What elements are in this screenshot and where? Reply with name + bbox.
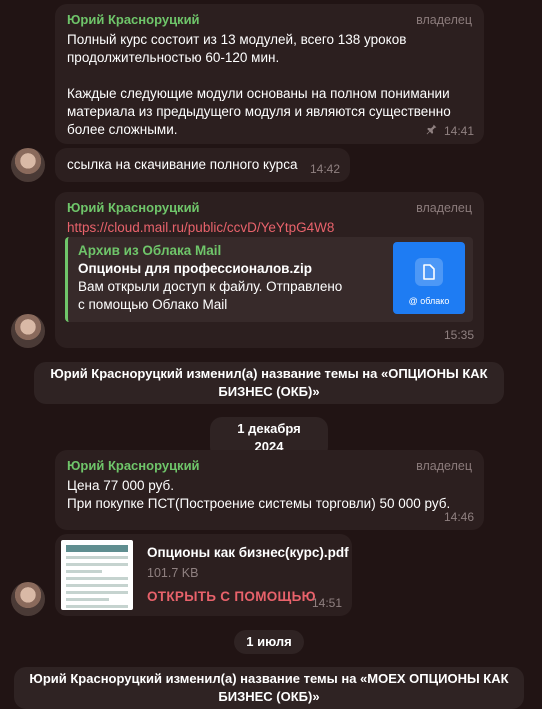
file-size: 101.7 KB <box>147 566 199 580</box>
link-preview[interactable]: Архив из Облака Mail Опционы для професс… <box>65 237 473 322</box>
date-separator: 1 июля <box>234 630 304 654</box>
role-badge: владелец <box>416 459 472 473</box>
sender-name[interactable]: Юрий Красноруцкий <box>67 200 472 216</box>
message-time: 14:42 <box>309 162 340 176</box>
document-icon <box>415 258 443 286</box>
cloud-link[interactable]: https://cloud.mail.ru/public/ccvD/YeYtpG… <box>67 220 334 235</box>
avatar[interactable] <box>11 314 45 348</box>
avatar[interactable] <box>11 148 45 182</box>
message-bubble[interactable]: ссылка на скачивание полного курса 14:42 <box>55 148 350 182</box>
message-bubble[interactable]: Юрий Красноруцкий владелец https://cloud… <box>55 192 484 348</box>
pin-icon <box>425 123 438 139</box>
file-message[interactable]: Опционы как бизнес(курс).pdf 101.7 KB ОТ… <box>55 534 352 616</box>
role-badge: владелец <box>416 201 472 215</box>
avatar[interactable] <box>11 582 45 616</box>
open-with-button[interactable]: ОТКРЫТЬ С ПОМОЩЬЮ <box>147 589 316 604</box>
role-badge: владелец <box>416 13 472 27</box>
pdf-thumbnail[interactable] <box>61 540 133 610</box>
message-text: Полный курс состоит из 13 модулей, всего… <box>67 32 451 137</box>
message-time: 15:35 <box>443 328 474 342</box>
message-time: 14:46 <box>443 510 474 524</box>
message-time: 14:51 <box>311 596 342 610</box>
sender-name[interactable]: Юрий Красноруцкий <box>67 12 472 28</box>
message-text: Цена 77 000 руб. При покупке ПСТ(Построе… <box>67 478 451 511</box>
message-bubble[interactable]: Юрий Красноруцкий владелец Полный курс с… <box>55 4 484 144</box>
message-text: ссылка на скачивание полного курса <box>67 157 298 172</box>
sender-name[interactable]: Юрий Красноруцкий <box>67 458 472 474</box>
cloud-logo-label: @ облако <box>408 296 450 306</box>
cloud-thumbnail[interactable]: @ облако <box>393 242 465 314</box>
service-message: Юрий Красноруцкий изменил(а) название те… <box>14 667 524 709</box>
service-message: Юрий Красноруцкий изменил(а) название те… <box>34 362 504 404</box>
file-name[interactable]: Опционы как бизнес(курс).pdf <box>147 545 349 560</box>
message-time: 14:41 <box>443 124 474 138</box>
message-bubble[interactable]: Юрий Красноруцкий владелец Цена 77 000 р… <box>55 450 484 530</box>
